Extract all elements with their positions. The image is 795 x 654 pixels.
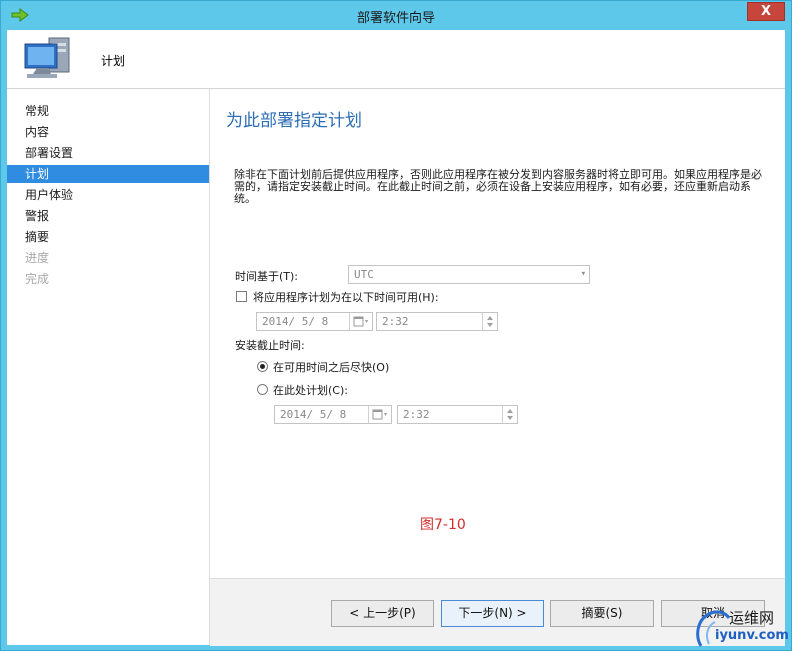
sidebar-item-completion: 完成 bbox=[25, 272, 50, 286]
sidebar-item-content[interactable]: 内容 bbox=[7, 123, 209, 141]
deadline-label: 安装截止时间: bbox=[235, 339, 305, 352]
deadline-time-value: 2:32 bbox=[403, 408, 430, 421]
available-time-value: 2:32 bbox=[382, 315, 409, 328]
available-time-picker[interactable]: 2:32 bbox=[376, 312, 498, 331]
radio-asap-label: 在可用时间之后尽快(O) bbox=[273, 361, 390, 374]
chevron-down-icon: ▾ bbox=[580, 269, 586, 279]
wizard-client-area: 计划 常规 内容 部署设置 计划 用户体验 警报 摘要 进度 完成 为此部署指定… bbox=[7, 30, 785, 646]
prev-button[interactable]: < 上一步(P) bbox=[331, 600, 434, 627]
schedule-description: 除非在下面计划前后提供应用程序，否则此应用程序在被分发到内容服务器时将立即可用。… bbox=[234, 168, 762, 205]
deadline-date-picker[interactable]: 2014/ 5/ 8 bbox=[274, 405, 392, 424]
sidebar-item-user-experience[interactable]: 用户体验 bbox=[7, 186, 209, 204]
summary-button[interactable]: 摘要(S) bbox=[550, 600, 654, 627]
sidebar-item-general[interactable]: 常规 bbox=[7, 102, 209, 120]
wizard-sidebar: 常规 内容 部署设置 计划 用户体验 警报 摘要 进度 完成 bbox=[7, 89, 210, 645]
available-checkbox-label: 将应用程序计划为在以下时间可用(H): bbox=[253, 291, 439, 304]
computer-icon bbox=[24, 37, 70, 78]
radio-schedule[interactable] bbox=[257, 384, 268, 395]
time-based-label: 时间基于(T): bbox=[235, 270, 299, 283]
sidebar-item-summary[interactable]: 摘要 bbox=[7, 228, 209, 246]
deadline-date-value: 2014/ 5/ 8 bbox=[280, 408, 347, 421]
sidebar-item-deployment-settings[interactable]: 部署设置 bbox=[7, 144, 209, 162]
wizard-header: 计划 bbox=[7, 30, 785, 89]
next-button[interactable]: 下一步(N) > bbox=[441, 600, 544, 627]
radio-schedule-label: 在此处计划(C): bbox=[273, 384, 348, 397]
wizard-main-panel: 为此部署指定计划 除非在下面计划前后提供应用程序，否则此应用程序在被分发到内容服… bbox=[210, 89, 785, 646]
watermark-text-url: iyunv.com bbox=[715, 628, 789, 643]
figure-caption: 图7-10 bbox=[420, 517, 466, 533]
spinner-icon[interactable] bbox=[502, 406, 517, 423]
calendar-icon[interactable] bbox=[349, 313, 372, 330]
sidebar-item-alerts[interactable]: 警报 bbox=[7, 207, 209, 225]
header-title: 计划 bbox=[101, 54, 126, 68]
radio-asap[interactable] bbox=[257, 361, 268, 372]
time-based-dropdown[interactable]: UTC ▾ bbox=[348, 265, 590, 284]
window-title: 部署软件向导 bbox=[356, 11, 435, 26]
watermark-text-cn: 运维网 bbox=[729, 609, 775, 627]
spinner-icon[interactable] bbox=[482, 313, 497, 330]
watermark: 运维网 iyunv.com bbox=[695, 604, 793, 652]
calendar-icon[interactable] bbox=[368, 406, 391, 423]
time-based-value: UTC bbox=[354, 268, 374, 281]
available-date-picker[interactable]: 2014/ 5/ 8 bbox=[256, 312, 373, 331]
close-button[interactable]: X bbox=[747, 2, 785, 21]
deadline-time-picker[interactable]: 2:32 bbox=[397, 405, 518, 424]
title-bar: 部署软件向导 X bbox=[1, 1, 791, 30]
available-checkbox[interactable] bbox=[236, 291, 247, 302]
sidebar-item-progress: 进度 bbox=[25, 251, 50, 265]
page-title: 为此部署指定计划 bbox=[226, 111, 362, 131]
wizard-window: 部署软件向导 X 计划 常规 内容 部署设置 计划 用户体验 警报 摘要 进度 bbox=[0, 0, 792, 651]
sidebar-item-schedule[interactable]: 计划 bbox=[7, 165, 209, 183]
available-date-value: 2014/ 5/ 8 bbox=[262, 315, 329, 328]
